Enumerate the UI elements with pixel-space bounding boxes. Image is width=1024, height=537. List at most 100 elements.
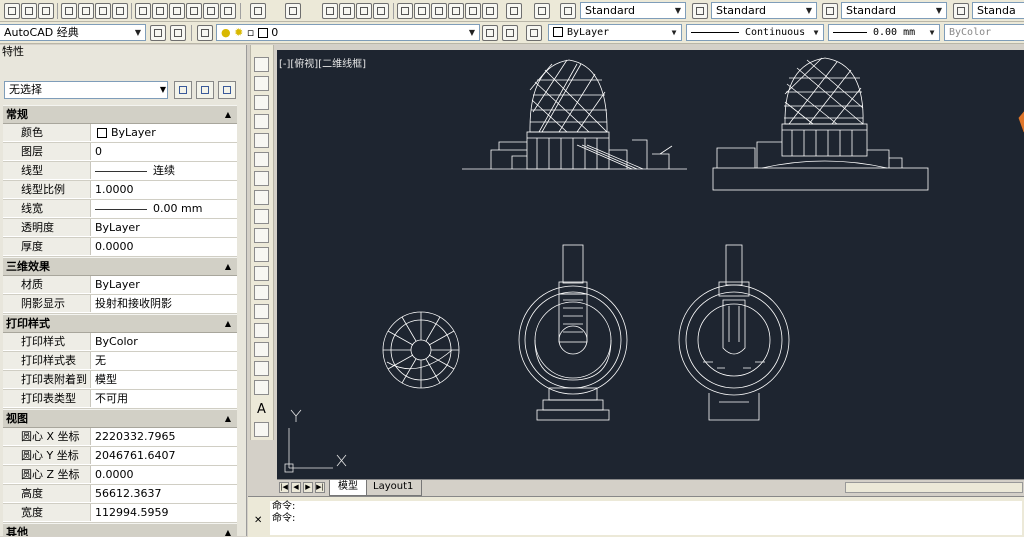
horizontal-scrollbar[interactable] bbox=[845, 482, 1023, 493]
polygon-icon[interactable] bbox=[254, 114, 269, 129]
print-icon[interactable] bbox=[61, 3, 77, 19]
command-history[interactable]: 命令: 命令: bbox=[270, 501, 1022, 535]
properties-icon[interactable] bbox=[397, 3, 413, 19]
property-row[interactable]: 圆心 Z 坐标 0.0000 bbox=[3, 466, 237, 485]
make-current-layer-icon[interactable] bbox=[482, 25, 498, 41]
paint-icon[interactable] bbox=[220, 3, 236, 19]
section-3d-effects[interactable]: 三维效果 ▲ bbox=[3, 257, 237, 276]
property-row[interactable]: 宽度 112994.5959 bbox=[3, 504, 237, 523]
table-icon[interactable] bbox=[254, 380, 269, 395]
drawing-canvas[interactable]: [-][俯视][二维线框] bbox=[277, 50, 1024, 479]
section-view[interactable]: 视图 ▲ bbox=[3, 409, 237, 428]
first-tab-icon[interactable]: |◀ bbox=[279, 482, 289, 493]
select-objects-icon[interactable] bbox=[196, 81, 214, 99]
construction-line-icon[interactable] bbox=[254, 76, 269, 91]
property-row[interactable]: 线型比例 1.0000 bbox=[3, 181, 237, 200]
publish-icon[interactable] bbox=[95, 3, 111, 19]
prev-tab-icon[interactable]: ◀ bbox=[291, 482, 301, 493]
point-icon[interactable] bbox=[254, 304, 269, 319]
arc-icon[interactable] bbox=[254, 152, 269, 167]
sheet-set-icon[interactable] bbox=[448, 3, 464, 19]
property-row[interactable]: 线宽 0.00 mm bbox=[3, 200, 237, 219]
tool-palettes-icon[interactable] bbox=[431, 3, 447, 19]
paste-icon[interactable] bbox=[169, 3, 185, 19]
selection-select[interactable]: 无选择 ▼ bbox=[4, 81, 168, 99]
layer-select[interactable]: ● ✹ ▫ 0 ▼ bbox=[216, 24, 480, 41]
collapse-icon[interactable]: ▲ bbox=[225, 410, 231, 427]
dim-style-select[interactable]: Standard ▼ bbox=[711, 2, 817, 19]
property-row[interactable]: 线型 连续 bbox=[3, 162, 237, 181]
toolbar-lock-icon[interactable] bbox=[170, 25, 186, 41]
mleader-style-select[interactable]: Standa bbox=[972, 2, 1024, 19]
collapse-icon[interactable]: ▲ bbox=[225, 258, 231, 275]
layer-manager-icon[interactable] bbox=[197, 25, 213, 41]
markup-icon[interactable] bbox=[465, 3, 481, 19]
ellipse-icon[interactable] bbox=[254, 228, 269, 243]
region-icon[interactable] bbox=[254, 361, 269, 376]
match-properties-icon[interactable] bbox=[186, 3, 202, 19]
close-icon[interactable]: ✕ bbox=[254, 515, 262, 526]
block-editor-icon[interactable] bbox=[203, 3, 219, 19]
redo-icon[interactable] bbox=[285, 3, 301, 19]
lineweight-select[interactable]: 0.00 mm ▼ bbox=[828, 24, 940, 41]
next-tab-icon[interactable]: ▶ bbox=[303, 482, 313, 493]
make-block-icon[interactable] bbox=[254, 285, 269, 300]
property-row[interactable]: 打印样式表无 bbox=[3, 352, 237, 371]
layer-states-icon[interactable] bbox=[526, 25, 542, 41]
spline-icon[interactable] bbox=[254, 209, 269, 224]
property-row[interactable]: 阴影显示 投射和接收阴影 bbox=[3, 295, 237, 314]
3d-dwf-icon[interactable] bbox=[112, 3, 128, 19]
quick-select-icon[interactable] bbox=[218, 81, 236, 99]
line-icon[interactable] bbox=[254, 57, 269, 72]
text-style-icon[interactable] bbox=[560, 3, 576, 19]
collapse-icon[interactable]: ▲ bbox=[225, 524, 231, 536]
hatch-icon[interactable] bbox=[254, 323, 269, 338]
property-row[interactable]: 颜色 ByLayer bbox=[3, 124, 237, 143]
tab-model[interactable]: 模型 bbox=[329, 480, 367, 496]
circle-icon[interactable] bbox=[254, 171, 269, 186]
zoom-realtime-icon[interactable] bbox=[339, 3, 355, 19]
mleader-style-icon[interactable] bbox=[953, 3, 969, 19]
ellipse-arc-icon[interactable] bbox=[254, 247, 269, 262]
design-center-icon[interactable] bbox=[414, 3, 430, 19]
property-row[interactable]: 打印样式 ByColor bbox=[3, 333, 237, 352]
property-row[interactable]: 打印表类型 不可用 bbox=[3, 390, 237, 409]
zoom-previous-icon[interactable] bbox=[373, 3, 389, 19]
undo-icon[interactable] bbox=[250, 3, 266, 19]
last-tab-icon[interactable]: ▶| bbox=[315, 482, 325, 493]
property-row[interactable]: 高度 56612.3637 bbox=[3, 485, 237, 504]
property-row[interactable]: 圆心 Y 坐标 2046761.6407 bbox=[3, 447, 237, 466]
copy-icon[interactable] bbox=[152, 3, 168, 19]
pan-icon[interactable] bbox=[322, 3, 338, 19]
collapse-icon[interactable]: ▲ bbox=[225, 106, 231, 123]
quickcalc-icon[interactable] bbox=[482, 3, 498, 19]
property-row[interactable]: 厚度 0.0000 bbox=[3, 238, 237, 257]
table-style-icon[interactable] bbox=[822, 3, 838, 19]
revision-cloud-icon[interactable] bbox=[254, 190, 269, 205]
dim-style-icon[interactable] bbox=[692, 3, 708, 19]
print-preview-icon[interactable] bbox=[78, 3, 94, 19]
help-icon[interactable] bbox=[534, 3, 550, 19]
add-selected-icon[interactable] bbox=[254, 422, 269, 437]
cut-icon[interactable] bbox=[135, 3, 151, 19]
gradient-icon[interactable] bbox=[254, 342, 269, 357]
save-icon[interactable] bbox=[38, 3, 54, 19]
property-row[interactable]: 打印表附着到 模型 bbox=[3, 371, 237, 390]
rectangle-icon[interactable] bbox=[254, 133, 269, 148]
workspace-select[interactable]: AutoCAD 经典 ▼ bbox=[0, 24, 146, 41]
open-icon[interactable] bbox=[21, 3, 37, 19]
property-row[interactable]: 图层 0 bbox=[3, 143, 237, 162]
calculator-icon[interactable] bbox=[506, 3, 522, 19]
table-style-select[interactable]: Standard ▼ bbox=[841, 2, 947, 19]
linetype-select[interactable]: Continuous ▼ bbox=[686, 24, 824, 41]
property-row[interactable]: 圆心 X 坐标 2220332.7965 bbox=[3, 428, 237, 447]
color-select[interactable]: ByLayer ▼ bbox=[548, 24, 682, 41]
toggle-pickadd-icon[interactable] bbox=[174, 81, 192, 99]
new-icon[interactable] bbox=[4, 3, 20, 19]
zoom-window-icon[interactable] bbox=[356, 3, 372, 19]
multiline-text-icon[interactable]: A bbox=[254, 402, 269, 417]
collapse-icon[interactable]: ▲ bbox=[225, 315, 231, 332]
section-plot-style[interactable]: 打印样式 ▲ bbox=[3, 314, 237, 333]
section-general[interactable]: 常规 ▲ bbox=[3, 105, 237, 124]
text-style-select[interactable]: Standard ▼ bbox=[580, 2, 686, 19]
